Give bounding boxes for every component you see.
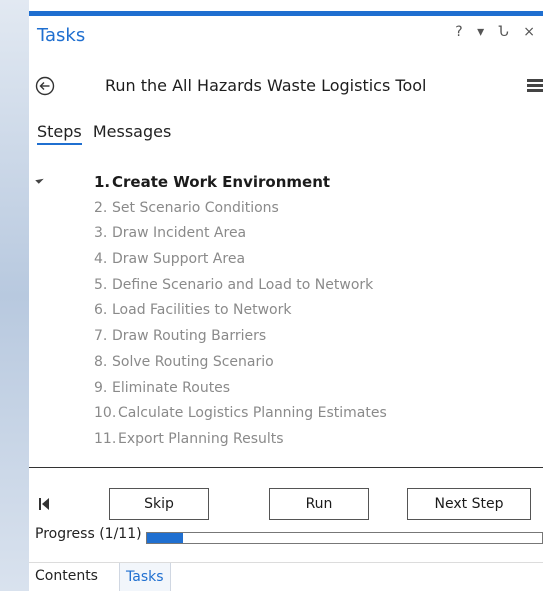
pane-controls: ? ▾ Ն × xyxy=(449,24,537,40)
bottom-tab-strip: Contents Tasks xyxy=(29,562,543,591)
step-number: 10. xyxy=(94,405,117,422)
tasks-pane: Tasks ? ▾ Ն × Run the All Hazards Waste … xyxy=(29,0,543,591)
step-label: Define Scenario and Load to Network xyxy=(112,276,374,293)
step-item[interactable]: 2. Set Scenario Conditions xyxy=(29,198,543,224)
back-circle-arrow-icon[interactable] xyxy=(35,76,55,96)
tab-contents[interactable]: Contents xyxy=(31,567,102,587)
step-label: Solve Routing Scenario xyxy=(112,353,274,370)
next-step-button[interactable]: Next Step xyxy=(407,488,531,520)
task-header: Run the All Hazards Waste Logistics Tool xyxy=(29,72,543,106)
step-label: Draw Routing Barriers xyxy=(112,328,267,345)
step-item[interactable]: 6. Load Facilities to Network xyxy=(29,300,543,326)
step-item-current[interactable]: 1. Create Work Environment xyxy=(29,172,543,198)
step-number: 2. xyxy=(94,199,108,216)
pane-header: Tasks ? ▾ Ն × xyxy=(29,16,543,50)
close-icon[interactable]: × xyxy=(523,24,537,40)
step-label: Set Scenario Conditions xyxy=(112,199,279,216)
skip-button[interactable]: Skip xyxy=(109,488,209,520)
run-button[interactable]: Run xyxy=(269,488,369,520)
steps-messages-tabs: Steps Messages xyxy=(37,122,177,146)
tab-tasks[interactable]: Tasks xyxy=(119,563,171,591)
pane-title: Tasks xyxy=(37,25,86,46)
tab-steps[interactable]: Steps xyxy=(37,122,82,145)
steps-list: 1. Create Work Environment 2. Set Scenar… xyxy=(29,172,543,455)
step-label: Create Work Environment xyxy=(112,173,331,191)
step-label: Draw Incident Area xyxy=(112,225,247,242)
dropdown-icon[interactable]: ▾ xyxy=(477,24,486,40)
desktop-backdrop xyxy=(0,0,29,591)
progress-fill xyxy=(147,533,183,543)
task-title: Run the All Hazards Waste Logistics Tool xyxy=(105,76,427,95)
step-item[interactable]: 8. Solve Routing Scenario xyxy=(29,352,543,378)
step-number: 4. xyxy=(94,251,108,268)
hamburger-menu-icon[interactable] xyxy=(527,79,543,93)
step-number: 9. xyxy=(94,379,108,396)
step-number: 6. xyxy=(94,302,108,319)
step-item[interactable]: 10. Calculate Logistics Planning Estimat… xyxy=(29,403,543,429)
step-label: Calculate Logistics Planning Estimates xyxy=(118,405,387,422)
step-label: Load Facilities to Network xyxy=(112,302,292,319)
step-number: 1. xyxy=(94,173,111,191)
pin-icon[interactable]: Ն xyxy=(499,24,511,40)
divider xyxy=(29,467,543,468)
step-button-row: Skip Run Next Step xyxy=(29,488,543,522)
help-icon[interactable]: ? xyxy=(455,24,464,40)
progress-label: Progress (1/11) xyxy=(35,526,142,542)
tab-messages[interactable]: Messages xyxy=(93,122,171,143)
step-item[interactable]: 3. Draw Incident Area xyxy=(29,223,543,249)
progress-bar xyxy=(146,532,543,544)
step-number: 3. xyxy=(94,225,108,242)
step-item[interactable]: 4. Draw Support Area xyxy=(29,249,543,275)
step-number: 11. xyxy=(94,430,117,447)
step-item[interactable]: 7. Draw Routing Barriers xyxy=(29,326,543,352)
step-item[interactable]: 5. Define Scenario and Load to Network xyxy=(29,275,543,301)
step-number: 5. xyxy=(94,276,108,293)
step-label: Draw Support Area xyxy=(112,251,246,268)
step-label: Eliminate Routes xyxy=(112,379,231,396)
step-item[interactable]: 9. Eliminate Routes xyxy=(29,378,543,404)
go-to-first-icon[interactable] xyxy=(39,498,49,510)
screen: Tasks ? ▾ Ն × Run the All Hazards Waste … xyxy=(0,0,543,591)
step-number: 7. xyxy=(94,328,108,345)
step-item[interactable]: 11. Export Planning Results xyxy=(29,429,543,455)
step-label: Export Planning Results xyxy=(118,430,284,447)
step-number: 8. xyxy=(94,353,108,370)
